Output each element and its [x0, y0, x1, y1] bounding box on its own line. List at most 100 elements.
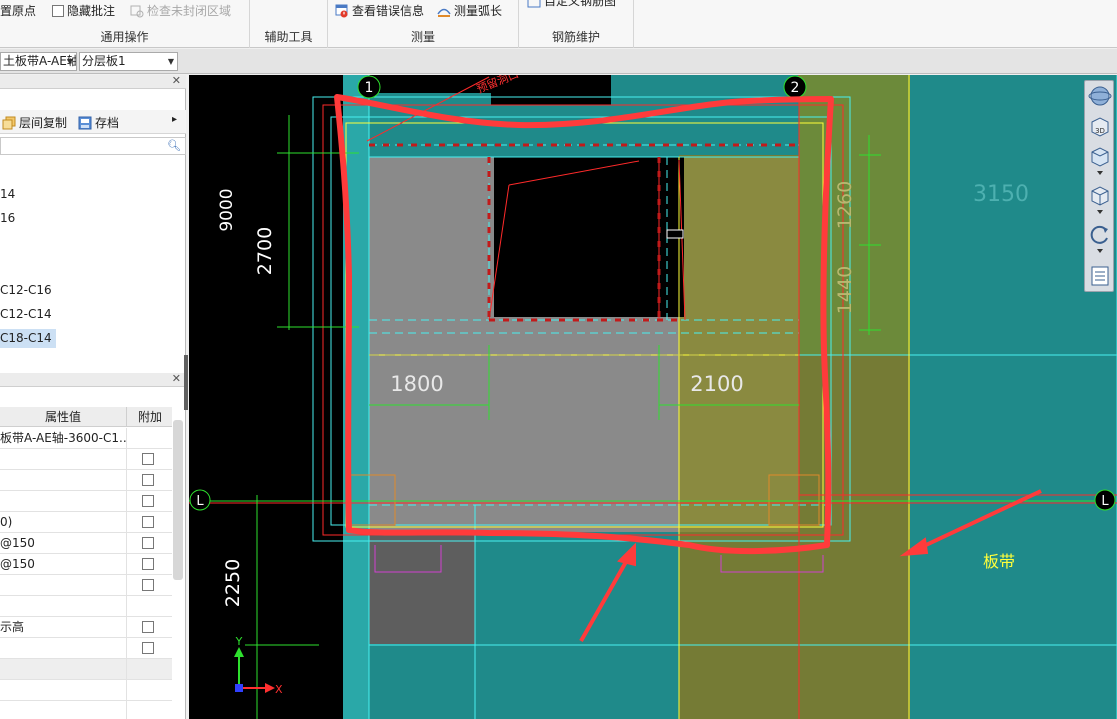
tree-item[interactable]: 14: [0, 185, 15, 204]
tree-item[interactable]: C12-C16: [0, 281, 52, 300]
olive-slab-region: [679, 157, 799, 532]
property-row[interactable]: [0, 575, 172, 596]
tree-item-label: 14: [0, 187, 16, 201]
search-icon: 🔍︎: [167, 139, 181, 152]
hide-annotation-toggle[interactable]: 隐藏批注: [52, 2, 115, 20]
check-region-icon: [130, 5, 144, 18]
layer-selector[interactable]: 分层板1 ▼: [79, 52, 178, 71]
property-value[interactable]: @150: [0, 554, 127, 575]
extra-checkbox[interactable]: [142, 558, 154, 570]
group-label-measure: 测量: [410, 30, 435, 44]
property-value[interactable]: [0, 470, 127, 491]
property-row[interactable]: [0, 491, 172, 512]
extra-checkbox[interactable]: [142, 537, 154, 549]
close-icon[interactable]: ✕: [172, 74, 181, 87]
layer-list-icon[interactable]: [1088, 264, 1112, 288]
orbit-view-icon[interactable]: [1088, 84, 1112, 108]
black-background-region: [189, 75, 343, 719]
property-value[interactable]: [0, 701, 127, 719]
chevron-down-icon[interactable]: [1088, 207, 1112, 217]
floor-copy-label: 层间复制: [19, 116, 68, 130]
component-search-input[interactable]: 🔍︎: [0, 137, 186, 155]
measure-arc-length-button[interactable]: 测量弧长: [437, 2, 502, 20]
property-value[interactable]: [0, 659, 127, 680]
tree-item[interactable]: 16: [0, 209, 15, 228]
view-3d-icon[interactable]: 3D: [1088, 114, 1112, 138]
extra-checkbox[interactable]: [142, 621, 154, 633]
property-table-header: 属性值 附加: [0, 407, 172, 427]
extra-checkbox[interactable]: [142, 642, 154, 654]
set-origin-label: 置原点: [0, 4, 37, 18]
property-value[interactable]: [0, 596, 127, 617]
property-row[interactable]: 板带A-AE轴-3600-C1...: [0, 428, 172, 449]
property-value[interactable]: [0, 680, 127, 701]
property-row[interactable]: [0, 659, 172, 680]
view-error-info-button[interactable]: 查看错误信息: [335, 2, 424, 20]
drawing-canvas[interactable]: 1 2 L L 9000 2700 1800 2100 1260 1440 31…: [189, 75, 1117, 719]
property-row[interactable]: [0, 470, 172, 491]
property-row[interactable]: 0): [0, 512, 172, 533]
property-value[interactable]: [0, 575, 127, 596]
property-row[interactable]: [0, 596, 172, 617]
app-window: 置原点 隐藏批注 检查未封闭区域 通用操作 辅助工具 查看错误信息 测量弧长 测…: [0, 0, 1117, 719]
tree-item-label: C18-C14: [0, 331, 52, 345]
property-row[interactable]: @150: [0, 554, 172, 575]
extra-checkbox[interactable]: [142, 495, 154, 507]
axis-label-l-right: L: [1101, 494, 1109, 509]
extra-checkbox[interactable]: [142, 474, 154, 486]
top-view-icon[interactable]: [1088, 144, 1112, 168]
ribbon: 置原点 隐藏批注 检查未封闭区域 通用操作 辅助工具 查看错误信息 测量弧长 测…: [0, 0, 1117, 48]
component-selector[interactable]: 土板带A-AE轴 ▼: [0, 52, 77, 71]
property-value[interactable]: [0, 491, 127, 512]
set-origin-button[interactable]: 置原点: [0, 2, 36, 20]
tree-item-selected[interactable]: C18-C14: [0, 329, 56, 348]
selector-toolbar: 土板带A-AE轴 ▼ 分层板1 ▼: [0, 49, 1117, 74]
floor-copy-button[interactable]: 层间复制: [2, 114, 67, 131]
box-view-icon[interactable]: [1088, 183, 1112, 207]
more-tools-button[interactable]: ▸: [172, 114, 177, 125]
property-value[interactable]: [0, 638, 127, 659]
group-label-aux-tools: 辅助工具: [264, 30, 313, 44]
custom-rebar-drawing-button[interactable]: 自定义钢筋图: [527, 0, 616, 10]
tree-item[interactable]: C12-C14: [0, 305, 52, 324]
extra-checkbox[interactable]: [142, 516, 154, 528]
property-row[interactable]: [0, 638, 172, 659]
chevron-down-icon[interactable]: [1088, 246, 1112, 256]
column-header-value: 属性值: [0, 407, 127, 427]
property-row[interactable]: [0, 449, 172, 470]
dimension-1440: 1440: [834, 266, 856, 314]
property-value[interactable]: 示高: [0, 617, 127, 638]
hide-annotation-checkbox[interactable]: [52, 5, 64, 17]
chevron-down-icon[interactable]: [1088, 168, 1112, 178]
property-row[interactable]: 示高: [0, 617, 172, 638]
extra-checkbox[interactable]: [142, 579, 154, 591]
archive-label: 存档: [95, 116, 120, 130]
ribbon-group-aux-tools: 辅助工具: [250, 0, 328, 48]
property-value[interactable]: 板带A-AE轴-3600-C1...: [0, 428, 127, 449]
rotate-icon[interactable]: [1088, 222, 1112, 246]
check-unclosed-region-button[interactable]: 检查未封闭区域: [130, 2, 231, 20]
property-value[interactable]: [0, 449, 127, 470]
extra-checkbox[interactable]: [142, 453, 154, 465]
property-value[interactable]: @150: [0, 533, 127, 554]
close-icon[interactable]: ✕: [172, 372, 181, 385]
archive-button[interactable]: 存档: [78, 114, 119, 131]
group-label-rebar-maintenance: 钢筋维护: [551, 30, 600, 44]
property-value[interactable]: 0): [0, 512, 127, 533]
board-band-annotation: 板带: [983, 552, 1015, 571]
property-scrollbar[interactable]: [173, 420, 183, 580]
panel-splitter-handle[interactable]: [184, 355, 188, 410]
axis-marker-1: 1: [357, 75, 381, 99]
black-top-strip: [369, 75, 491, 93]
property-panel-header: ✕: [0, 372, 186, 387]
error-info-icon: [335, 4, 348, 18]
measure-arc-icon: [437, 8, 451, 17]
property-row[interactable]: @150: [0, 533, 172, 554]
cad-drawing: 1 2 L L 9000 2700 1800 2100 1260 1440 31…: [189, 75, 1117, 719]
property-row[interactable]: [0, 680, 172, 701]
layer-selector-value: 分层板1: [82, 54, 126, 68]
view-toolbar: 3D: [1084, 80, 1114, 292]
axis-marker-2: 2: [783, 75, 807, 99]
property-row[interactable]: [0, 701, 172, 719]
axis-label-l-left: L: [196, 494, 204, 509]
